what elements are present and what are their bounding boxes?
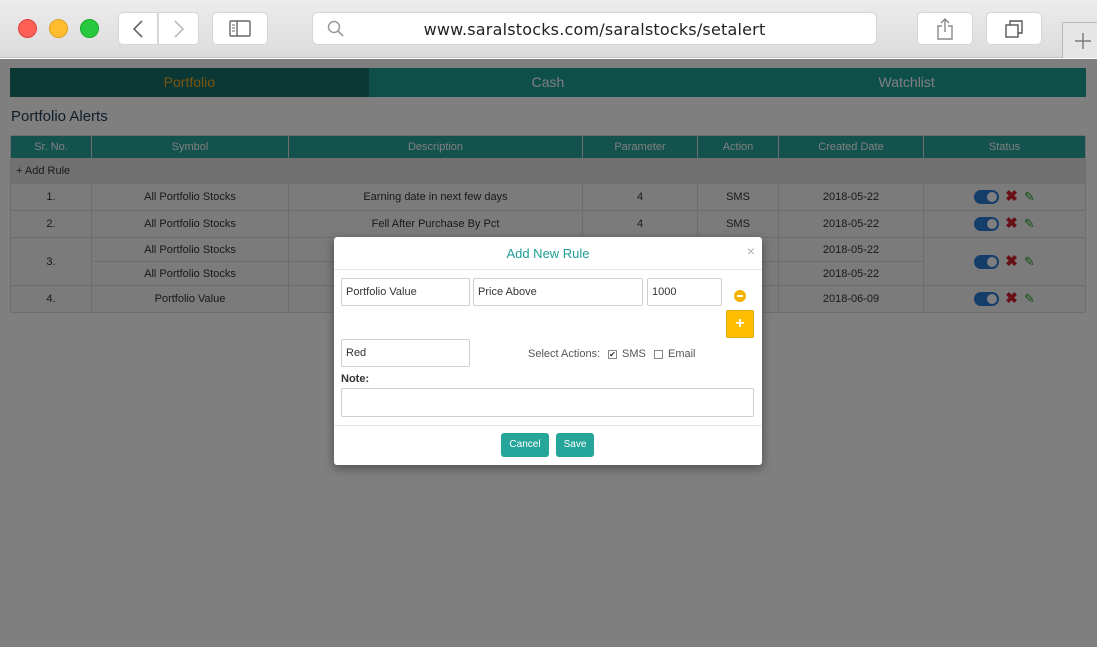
share-button[interactable] xyxy=(917,12,973,45)
tabs-icon xyxy=(1005,19,1023,38)
chevron-right-icon xyxy=(173,19,184,38)
new-tab-button[interactable] xyxy=(1062,22,1097,58)
close-icon[interactable]: × xyxy=(747,243,755,259)
save-button[interactable]: Save xyxy=(556,433,594,457)
condition-select[interactable]: Price Above xyxy=(473,278,643,306)
browser-toolbar: www.saralstocks.com/saralstocks/setalert xyxy=(0,0,1097,58)
note-field[interactable] xyxy=(341,388,754,417)
close-window-button[interactable] xyxy=(18,19,37,38)
forward-button[interactable] xyxy=(158,12,199,45)
sidebar-icon xyxy=(229,20,251,37)
url-text: www.saralstocks.com/saralstocks/setalert xyxy=(423,20,766,39)
share-icon xyxy=(937,17,953,40)
minimize-window-button[interactable] xyxy=(49,19,68,38)
select-actions-label: Select Actions: xyxy=(528,348,601,360)
add-rule-dialog: Add New Rule × Portfolio Value Price Abo… xyxy=(334,237,762,465)
dialog-title: Add New Rule xyxy=(506,246,590,261)
sms-checkbox-label: SMS xyxy=(622,348,646,360)
email-checkbox-label: Email xyxy=(668,348,696,360)
email-checkbox[interactable] xyxy=(654,349,663,359)
color-select[interactable]: Red xyxy=(341,339,470,367)
sidebar-button[interactable] xyxy=(212,12,268,45)
sms-checkbox[interactable]: ✔ xyxy=(608,349,617,359)
zoom-window-button[interactable] xyxy=(80,19,99,38)
sms-checkbox-group[interactable]: ✔ SMS xyxy=(608,348,646,360)
plus-icon xyxy=(1074,32,1091,49)
back-button[interactable] xyxy=(118,12,158,45)
address-bar[interactable]: www.saralstocks.com/saralstocks/setalert xyxy=(312,12,877,45)
chevron-left-icon xyxy=(132,19,143,38)
cancel-button[interactable]: Cancel xyxy=(501,433,549,457)
remove-condition-icon[interactable] xyxy=(734,290,746,302)
add-condition-button[interactable]: + xyxy=(726,310,754,338)
metric-select[interactable]: Portfolio Value xyxy=(341,278,470,306)
dialog-header: Add New Rule × xyxy=(334,237,762,270)
tabs-overview-button[interactable] xyxy=(986,12,1042,45)
note-label: Note: xyxy=(341,373,370,385)
value-input[interactable]: 1000 xyxy=(647,278,722,306)
email-checkbox-group[interactable]: Email xyxy=(654,348,696,360)
